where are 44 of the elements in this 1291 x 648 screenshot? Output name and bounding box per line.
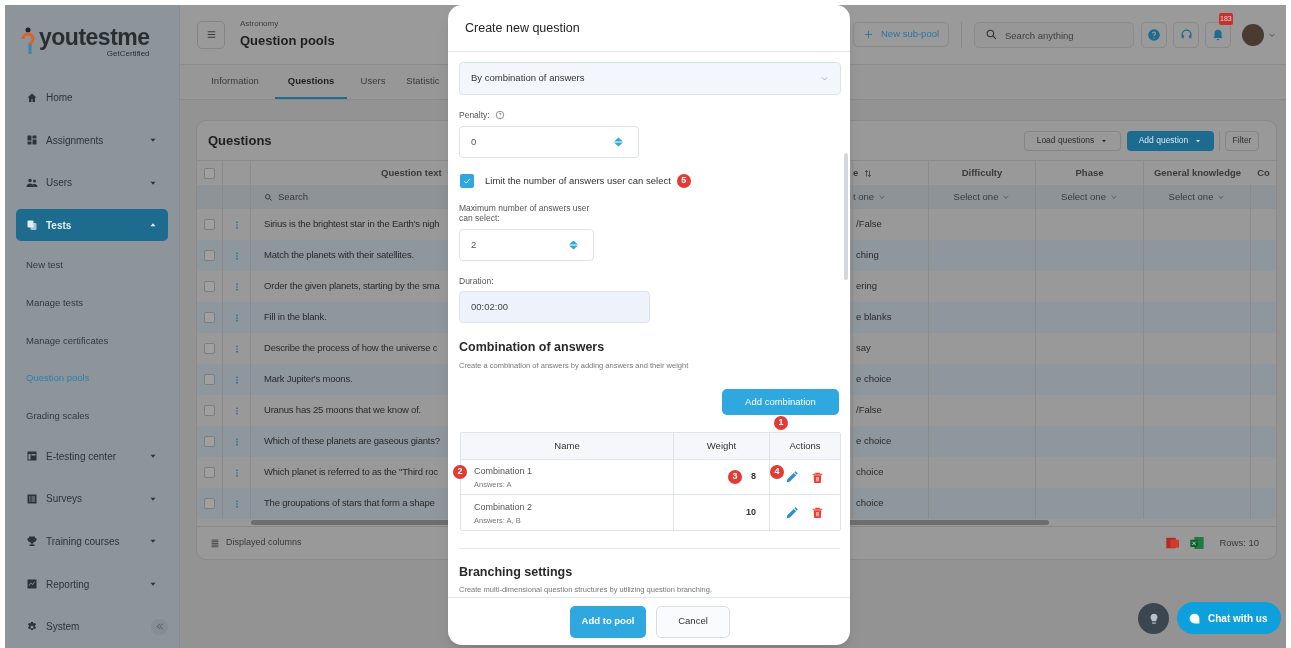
question-text: Which of these planets are gaseous giants? [264,434,440,449]
question-text: Mark Jupiter's moons. [264,372,353,387]
rows-count: Rows: 10 [1219,535,1259,550]
question-text: Which planet is referred to as the "Third roc [264,465,438,480]
logo-tagline: GetCertified [106,49,150,58]
question-text: Match the planets with their satellites. [264,248,414,263]
question-type: choice [856,496,884,511]
column-header: Actions [789,439,821,453]
combination-weight: 8 [751,470,756,484]
question-type: e choice [856,434,892,449]
question-text: Order the given planets, starting by the sma [264,279,440,294]
field-label: Penalty: [459,108,490,122]
question-type: /False [856,403,882,418]
question-type: ching [856,248,879,263]
dialog-title: Create new question [465,19,580,37]
question-text: Sirius is the brightest star in the Earth's nigh [264,217,440,232]
combination-weight: 10 [746,505,756,519]
question-text: The groupations of stars that form a shape [264,496,435,511]
step-marker: 4 [770,465,784,480]
page-title: Question pools [240,32,335,51]
question-type: say [856,341,871,356]
combination-name: Combination 1 [474,465,534,478]
field-label: Maximum number of answers user can select: [459,203,591,223]
field-label: Duration: [459,276,495,286]
question-text: Fill in the blank. [264,310,327,325]
question-type: choice [856,465,884,480]
combination-name: Combination 2 [474,500,534,513]
card-title: Questions [208,131,272,150]
question-type: e blanks [856,310,892,325]
step-marker: 2 [453,465,467,480]
section-heading: Branching settings [459,565,574,580]
section-heading: Combination of answers [459,340,606,355]
logo-wordmark: youtestme [39,25,150,49]
question-type: /False [856,217,882,232]
step-marker: 1 [774,416,788,430]
question-text: Uranus has 25 moons that we know of. [264,403,422,418]
step-marker: 5 [676,174,691,188]
question-text: Describe the process of how the universe c [264,341,438,356]
question-type: e choice [856,372,892,387]
question-type: ering [856,279,878,294]
checkbox-label: Limit the number of answers user can select [485,173,671,188]
column-header: Name [554,439,580,453]
column-header: Weight [706,439,737,453]
step-marker: 3 [728,470,742,485]
